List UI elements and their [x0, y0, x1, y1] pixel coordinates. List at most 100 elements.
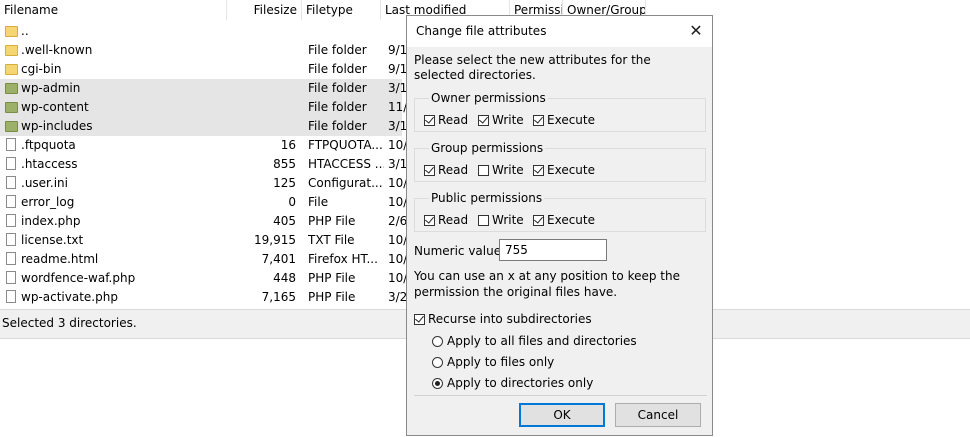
- table-row[interactable]: wp-activate.php 7,165 PHP File 3/2: [0, 288, 407, 307]
- file-type: File: [308, 195, 329, 209]
- file-name: readme.html: [21, 252, 99, 266]
- file-icon: [6, 157, 16, 170]
- numeric-value-input[interactable]: 755: [499, 239, 607, 261]
- file-size: [228, 22, 296, 41]
- table-row[interactable]: .well-known File folder 9/1: [0, 41, 407, 60]
- ok-button[interactable]: OK: [519, 403, 605, 427]
- file-modified: 3/1: [388, 81, 408, 95]
- table-row[interactable]: license.txt 19,915 TXT File 10/: [0, 231, 407, 250]
- file-name: .well-known: [21, 43, 93, 57]
- table-row[interactable]: .ftpquota 16 FTPQUOTA... 10/: [0, 136, 407, 155]
- radio-icon[interactable]: [432, 336, 443, 347]
- radio-label: Apply to files only: [447, 355, 555, 369]
- checkbox-icon[interactable]: [424, 164, 435, 176]
- folder-icon: [5, 64, 18, 75]
- sort-arrow-icon: ^: [108, 0, 117, 5]
- file-type: Firefox HT...: [308, 252, 378, 266]
- group-label: Group permissions: [429, 141, 546, 155]
- checkbox-icon[interactable]: [533, 164, 544, 176]
- cancel-button[interactable]: Cancel: [615, 403, 701, 427]
- close-icon[interactable]: ✕: [686, 21, 706, 41]
- file-type: FTPQUOTA...: [308, 138, 383, 152]
- execute-checkbox[interactable]: Execute: [533, 213, 595, 229]
- checkbox-icon[interactable]: [478, 114, 489, 126]
- folder-icon: [5, 26, 18, 37]
- file-name: ..: [21, 24, 29, 38]
- file-icon: [6, 271, 16, 284]
- file-modified: 3/2: [388, 290, 408, 304]
- table-row[interactable]: wp-admin File folder 3/1: [0, 79, 407, 98]
- checkbox-icon[interactable]: [414, 313, 425, 325]
- table-row[interactable]: wordfence-waf.php 448 PHP File 10/: [0, 269, 407, 288]
- execute-checkbox[interactable]: Execute: [533, 163, 595, 179]
- table-row[interactable]: wp-includes File folder 3/1: [0, 117, 407, 136]
- table-row[interactable]: readme.html 7,401 Firefox HT... 10/: [0, 250, 407, 269]
- table-row[interactable]: wp-content File folder 11/: [0, 98, 407, 117]
- folder-icon: [5, 45, 18, 56]
- checkbox-label: Read: [438, 163, 469, 177]
- file-type: HTACCESS ...: [308, 157, 384, 171]
- execute-checkbox[interactable]: Execute: [533, 113, 595, 129]
- table-row[interactable]: .user.ini 125 Configurat... 10/: [0, 174, 407, 193]
- file-name: wp-activate.php: [21, 290, 118, 304]
- file-type: PHP File: [308, 271, 356, 285]
- table-row[interactable]: .htaccess 855 HTACCESS ... 3/1: [0, 155, 407, 174]
- read-checkbox[interactable]: Read: [424, 113, 468, 129]
- group-label: Public permissions: [429, 191, 545, 205]
- dialog-intro-text: Please select the new attributes for the…: [414, 53, 651, 82]
- apply-radio[interactable]: Apply to directories only: [432, 375, 593, 391]
- column-header-filetype[interactable]: Filetype: [302, 0, 381, 20]
- file-modified: 11/: [388, 100, 408, 114]
- column-header-filesize[interactable]: Filesize: [227, 0, 302, 20]
- file-size: [228, 98, 296, 117]
- apply-radio[interactable]: Apply to all files and directories: [432, 333, 637, 349]
- file-type: TXT File: [308, 233, 355, 247]
- folder-icon: [5, 102, 18, 113]
- checkbox-label: Execute: [547, 213, 595, 227]
- file-name: .htaccess: [21, 157, 78, 171]
- dialog-separator: [414, 395, 707, 396]
- change-file-attributes-dialog: Change file attributes ✕ Please select t…: [406, 15, 713, 436]
- checkbox-icon[interactable]: [478, 215, 489, 226]
- read-checkbox[interactable]: Read: [424, 213, 468, 229]
- file-name: .ftpquota: [21, 138, 76, 152]
- dialog-titlebar[interactable]: Change file attributes ✕: [407, 16, 712, 47]
- apply-radio[interactable]: Apply to files only: [432, 354, 554, 370]
- dialog-title: Change file attributes: [416, 24, 547, 38]
- file-size: 125: [273, 176, 296, 190]
- write-checkbox[interactable]: Write: [478, 213, 524, 229]
- table-row[interactable]: error_log 0 File 10/: [0, 193, 407, 212]
- file-size: [228, 79, 296, 98]
- file-name: wp-includes: [21, 119, 93, 133]
- file-size: 16: [280, 138, 296, 152]
- file-size: 0: [288, 195, 296, 209]
- file-modified: 3/1: [388, 119, 408, 133]
- write-checkbox[interactable]: Write: [478, 163, 524, 179]
- checkbox-label: Write: [492, 163, 524, 177]
- checkbox-icon[interactable]: [533, 214, 544, 226]
- checkbox-label: Write: [492, 213, 524, 227]
- checkbox-icon[interactable]: [424, 214, 435, 226]
- file-modified: 10/: [388, 233, 408, 247]
- file-modified: 2/6: [388, 214, 408, 228]
- checkbox-label: Read: [438, 213, 469, 227]
- table-row[interactable]: cgi-bin File folder 9/1: [0, 60, 407, 79]
- file-type: File folder: [308, 43, 367, 57]
- permission-group: Group permissions Read Write Execute: [414, 141, 706, 182]
- recurse-checkbox[interactable]: Recurse into subdirectories: [414, 312, 592, 326]
- read-checkbox[interactable]: Read: [424, 163, 468, 179]
- file-size: [228, 117, 296, 136]
- file-size: [228, 60, 296, 79]
- table-row[interactable]: index.php 405 PHP File 2/6: [0, 212, 407, 231]
- radio-icon[interactable]: [432, 378, 443, 389]
- checkbox-icon[interactable]: [478, 165, 489, 176]
- file-modified: 10/: [388, 176, 408, 190]
- write-checkbox[interactable]: Write: [478, 113, 524, 129]
- radio-icon[interactable]: [432, 357, 443, 368]
- table-row[interactable]: ..: [0, 22, 402, 41]
- file-name: license.txt: [21, 233, 84, 247]
- checkbox-icon[interactable]: [424, 114, 435, 126]
- checkbox-icon[interactable]: [533, 114, 544, 126]
- file-modified: 9/1: [388, 43, 408, 57]
- html-file-icon: [6, 252, 16, 265]
